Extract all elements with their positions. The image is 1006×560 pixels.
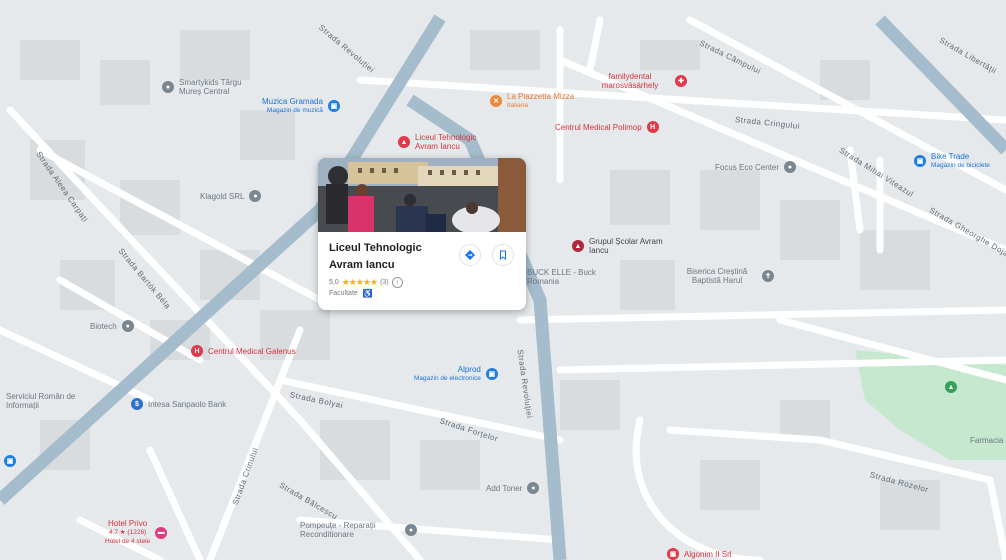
poi-label: Centrul Medical Polimop: [555, 122, 642, 132]
save-button[interactable]: [492, 244, 514, 266]
tooth-icon: ✚: [675, 75, 687, 87]
place-name: Liceul Tehnologic Avram Iancu: [329, 242, 422, 271]
poi-sublabel: Magazin de electronice: [414, 375, 481, 382]
poi-label: BUCK ELLE - Buck Romania: [527, 268, 596, 286]
info-icon: i: [391, 277, 403, 288]
place-category-row: Facultate ♿: [329, 289, 373, 298]
poi-liceul-tehnologic[interactable]: ▲ Liceul Tehnologic Avram Iancu: [398, 133, 495, 151]
poi-sublabel: Magazin de biciclete: [931, 162, 990, 169]
pin-icon: ●: [121, 320, 134, 332]
school-icon: ▲: [398, 136, 410, 148]
rating-value: 5,0: [329, 279, 339, 286]
place-rating: 5,0 ★★★★★ (3) i: [329, 277, 403, 288]
poi-sublabel: Hotel de 4 stele: [105, 538, 151, 545]
poi-focus-eco[interactable]: Focus Eco Center ●: [715, 161, 797, 173]
poi-la-piazzetta[interactable]: ✕ La Piazzetta Mizza Italiana: [490, 92, 574, 110]
directions-button[interactable]: [459, 244, 481, 266]
poi-label: Alprod: [457, 365, 481, 374]
park-marker[interactable]: ▲: [945, 381, 957, 393]
poi-bike-trade[interactable]: ▣ Bike Trade Magazin de biciclete: [914, 152, 990, 170]
poi-label: Klagold SRL: [200, 191, 245, 201]
hospital-icon: H: [646, 121, 659, 133]
poi-label: Biotech: [90, 321, 117, 331]
tree-icon: ▲: [945, 381, 957, 393]
place-photo[interactable]: [318, 158, 526, 232]
poi-centrul-medical-polimop[interactable]: Centrul Medical Polimop H: [555, 121, 659, 133]
poi-label: Biserica Creștină Baptistă Harul: [686, 267, 748, 285]
shop-icon: ▣: [914, 155, 926, 167]
poi-centrul-medical-galenus[interactable]: H Centrul Medical Galenus: [191, 345, 296, 357]
poi-sublabel: Magazin de muzică: [266, 107, 323, 114]
poi-label: familydental marosvásárhely: [601, 72, 659, 90]
poi-biotech[interactable]: Biotech ●: [90, 320, 134, 332]
poi-label: Pompeuțe - Reparații Reconditionare: [300, 521, 376, 539]
pin-icon: ●: [527, 482, 540, 494]
review-count: (3): [380, 279, 389, 286]
pin-icon: ●: [784, 161, 797, 173]
bookmark-icon: [500, 250, 506, 260]
poi-label: Grupul Școlar Avram Iancu: [589, 237, 663, 255]
poi-buck-elle[interactable]: BUCK ELLE - Buck Romania: [527, 268, 597, 286]
poi-label: Bike Trade: [931, 152, 970, 161]
place-category: Facultate: [329, 290, 358, 297]
poi-add-toner[interactable]: Add Toner ●: [486, 482, 540, 494]
school-icon: ▲: [572, 240, 584, 252]
poi-label: La Piazzetta Mizza: [507, 92, 575, 101]
poi-familydental[interactable]: familydental marosvásárhely ✚: [590, 72, 687, 90]
church-icon: ✝: [762, 270, 774, 282]
poi-klagold[interactable]: Klagold SRL ●: [200, 190, 262, 202]
poi-label: Centrul Medical Galenus: [208, 346, 296, 356]
map-canvas[interactable]: Strada Revoluției Strada Câmpului Strada…: [0, 0, 1006, 560]
poi-label: Add Toner: [486, 483, 523, 493]
poi-left-edge[interactable]: ▣: [4, 455, 16, 467]
restaurant-icon: ✕: [490, 95, 502, 107]
pin-icon: ●: [162, 81, 174, 93]
shop-icon: ▣: [485, 368, 498, 380]
poi-grupul-scolar[interactable]: ▲ Grupul Școlar Avram Iancu: [572, 237, 664, 255]
poi-sri[interactable]: Serviciul Român de Informații: [6, 392, 81, 410]
directions-icon: [465, 250, 475, 260]
place-info-card[interactable]: Liceul Tehnologic Avram Iancu 5,0 ★★★★★ …: [318, 158, 526, 310]
poi-hotel-privo[interactable]: Hotel Privo 4.7 ★ (1226) Hotel de 4 stele …: [105, 519, 168, 546]
poi-label: Algonim II Srl: [684, 549, 732, 559]
poi-sublabel: Italiana: [507, 102, 528, 109]
poi-label: Focus Eco Center: [715, 162, 780, 172]
pin-icon: ●: [405, 524, 417, 536]
pin-icon: ●: [249, 190, 262, 202]
bank-icon: $: [131, 398, 143, 410]
poi-label: Muzica Gramada: [262, 97, 323, 106]
rating-stars: ★★★★★: [341, 277, 378, 287]
shop-icon: ▣: [667, 548, 679, 560]
poi-alprod[interactable]: Alprod Magazin de electronice ▣: [414, 365, 498, 383]
poi-sublabel: 4.7 ★ (1226): [108, 529, 147, 536]
poi-label: Liceul Tehnologic Avram Iancu: [415, 133, 477, 151]
poi-intesa[interactable]: $ Intesa Sanpaolo Bank: [131, 398, 226, 410]
poi-label: Smartykids Târgu Mureș Central: [179, 78, 242, 96]
accessible-icon: ♿: [362, 289, 373, 298]
poi-muzica-gramada[interactable]: Muzica Gramada Magazin de muzică ▣: [262, 97, 340, 115]
cart-icon: ▣: [4, 455, 16, 467]
hospital-icon: H: [191, 345, 203, 357]
poi-biserica[interactable]: Biserica Creștină Baptistă Harul ✝: [677, 267, 774, 285]
shop-icon: ▣: [327, 100, 340, 112]
poi-label: Hotel Privo: [108, 519, 148, 528]
poi-label: Intesa Sanpaolo Bank: [148, 399, 227, 409]
poi-algonim[interactable]: ▣ Algonim II Srl: [667, 548, 732, 560]
poi-label: Farmacia: [970, 436, 1004, 445]
poi-farmacia[interactable]: Farmacia: [970, 436, 1003, 445]
poi-pompeute[interactable]: Pompeuțe - Reparații Reconditionare ●: [300, 521, 417, 539]
poi-label: Serviciul Român de Informații: [6, 392, 76, 410]
poi-smartykids[interactable]: ● Smartykids Târgu Mureș Central: [162, 78, 259, 96]
bed-icon: ▬: [155, 526, 168, 539]
